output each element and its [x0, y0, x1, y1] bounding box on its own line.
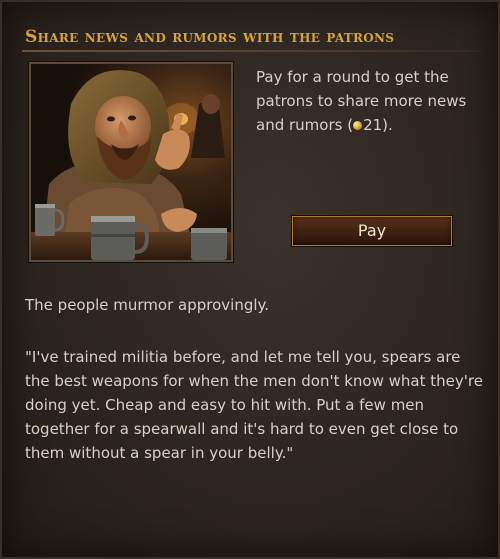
cost-amount: 21: [363, 116, 383, 134]
gold-coin-icon: [353, 121, 363, 130]
pay-button[interactable]: Pay: [292, 216, 452, 246]
title-divider: [22, 50, 482, 52]
description-suffix: ).: [382, 116, 393, 134]
patron-portrait: [29, 62, 233, 262]
patron-quote: "I've trained militia before, and let me…: [25, 348, 483, 462]
event-description: Pay for a round to get the patrons to sh…: [256, 65, 481, 137]
mood-text: The people murmor approvingly.: [25, 296, 270, 314]
event-title: Share news and rumors with the patrons: [25, 27, 395, 47]
tavern-event-panel: Share news and rumors with the patrons P…: [0, 0, 500, 559]
